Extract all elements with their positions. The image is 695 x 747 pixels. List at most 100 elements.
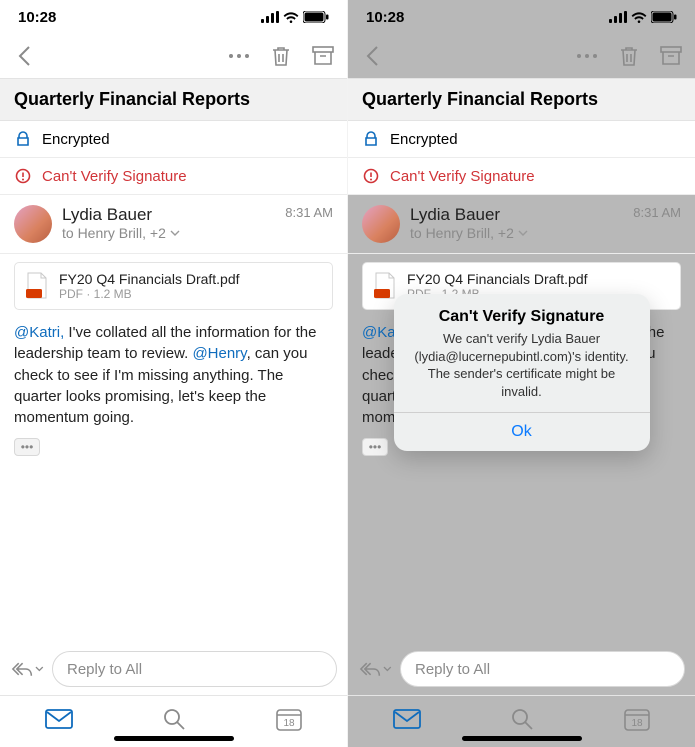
encrypted-row[interactable]: Encrypted [348,121,695,158]
signature-dialog: Can't Verify Signature We can't verify L… [394,294,650,451]
dialog-ok-button[interactable]: Ok [394,412,650,451]
tab-search[interactable] [510,707,534,736]
battery-icon [303,11,329,23]
tab-calendar[interactable]: 18 [276,707,302,736]
more-button[interactable] [573,42,601,70]
status-bar: 10:28 [0,0,347,34]
lock-icon [362,130,380,148]
sender-row[interactable]: Lydia Bauer to Henry Brill, +2 8:31 AM [0,195,347,254]
phone-right: 10:28 Quarterly Financial Reports Encryp… [348,0,695,747]
sender-name: Lydia Bauer [410,205,623,225]
message-body: @Katri, I've collated all the informatio… [0,310,347,643]
delete-button[interactable] [615,42,643,70]
chevron-down-icon [383,666,392,672]
chevron-left-icon [365,45,379,67]
signature-warning-label: Can't Verify Signature [390,168,535,185]
warning-icon [14,167,32,185]
attachment[interactable]: FY20 Q4 Financials Draft.pdf PDF · 1.2 M… [14,262,333,310]
clock: 10:28 [18,9,56,26]
attachment-name: FY20 Q4 Financials Draft.pdf [59,271,240,287]
warning-icon [362,167,380,185]
encrypted-label: Encrypted [42,131,110,148]
mention-katri[interactable]: @Katri, [14,324,64,341]
tab-calendar[interactable]: 18 [624,707,650,736]
attachment-name: FY20 Q4 Financials Draft.pdf [407,271,588,287]
signature-warning-label: Can't Verify Signature [42,168,187,185]
subject-text: Quarterly Financial Reports [362,89,681,110]
subject-text: Quarterly Financial Reports [14,89,333,110]
archive-button[interactable] [657,42,685,70]
trash-icon [271,45,291,67]
sender-to[interactable]: to Henry Brill, +2 [410,225,623,241]
home-indicator[interactable] [462,736,582,741]
sender-time: 8:31 AM [285,205,333,243]
wifi-icon [283,11,299,23]
toolbar [348,34,695,78]
reply-input[interactable]: Reply to All [400,651,685,687]
tab-mail[interactable] [393,709,421,734]
reply-all-icon [10,660,33,678]
more-icon [228,53,250,59]
search-icon [162,707,186,731]
dialog-message: We can't verify Lydia Bauer (lydia@lucer… [410,330,634,400]
pdf-icon [25,272,49,300]
chevron-down-icon [170,230,180,236]
mail-icon [45,709,73,729]
toolbar [0,34,347,78]
sender-time: 8:31 AM [633,205,681,243]
calendar-icon: 18 [276,707,302,731]
avatar [14,205,52,243]
reply-row: Reply to All [0,643,347,695]
signature-warning-row[interactable]: Can't Verify Signature [348,158,695,195]
subject-row: Quarterly Financial Reports [348,78,695,121]
sender-name: Lydia Bauer [62,205,275,225]
dialog-title: Can't Verify Signature [410,308,634,326]
status-indicators [609,11,677,23]
archive-icon [660,46,682,66]
encrypted-row[interactable]: Encrypted [0,121,347,158]
pdf-icon [373,272,397,300]
encrypted-label: Encrypted [390,131,458,148]
cell-signal-icon [261,11,279,23]
archive-button[interactable] [309,42,337,70]
trash-icon [619,45,639,67]
tab-search[interactable] [162,707,186,736]
back-button[interactable] [10,42,38,70]
reply-placeholder: Reply to All [67,661,142,678]
lock-icon [14,130,32,148]
home-indicator[interactable] [114,736,234,741]
chevron-down-icon [35,666,44,672]
reply-placeholder: Reply to All [415,661,490,678]
reply-input[interactable]: Reply to All [52,651,337,687]
back-button[interactable] [358,42,386,70]
status-bar: 10:28 [348,0,695,34]
search-icon [510,707,534,731]
attachment-meta: PDF · 1.2 MB [59,287,240,301]
signature-warning-row[interactable]: Can't Verify Signature [0,158,347,195]
avatar [362,205,400,243]
tab-mail[interactable] [45,709,73,734]
reply-row: Reply to All [348,643,695,695]
calendar-icon: 18 [624,707,650,731]
svg-text:18: 18 [284,718,296,729]
cell-signal-icon [609,11,627,23]
more-button[interactable] [225,42,253,70]
delete-button[interactable] [267,42,295,70]
reply-mode-button[interactable] [10,660,44,678]
svg-text:18: 18 [632,718,644,729]
chevron-down-icon [518,230,528,236]
reply-all-icon [358,660,381,678]
show-more-button[interactable]: ••• [14,438,40,456]
chevron-left-icon [17,45,31,67]
subject-row: Quarterly Financial Reports [0,78,347,121]
sender-row[interactable]: Lydia Bauer to Henry Brill, +2 8:31 AM [348,195,695,254]
status-indicators [261,11,329,23]
archive-icon [312,46,334,66]
reply-mode-button[interactable] [358,660,392,678]
phone-left: 10:28 [0,0,347,747]
mail-icon [393,709,421,729]
show-more-button[interactable]: ••• [362,438,388,456]
clock: 10:28 [366,9,404,26]
mention-henry[interactable]: @Henry [192,345,246,362]
sender-to[interactable]: to Henry Brill, +2 [62,225,275,241]
